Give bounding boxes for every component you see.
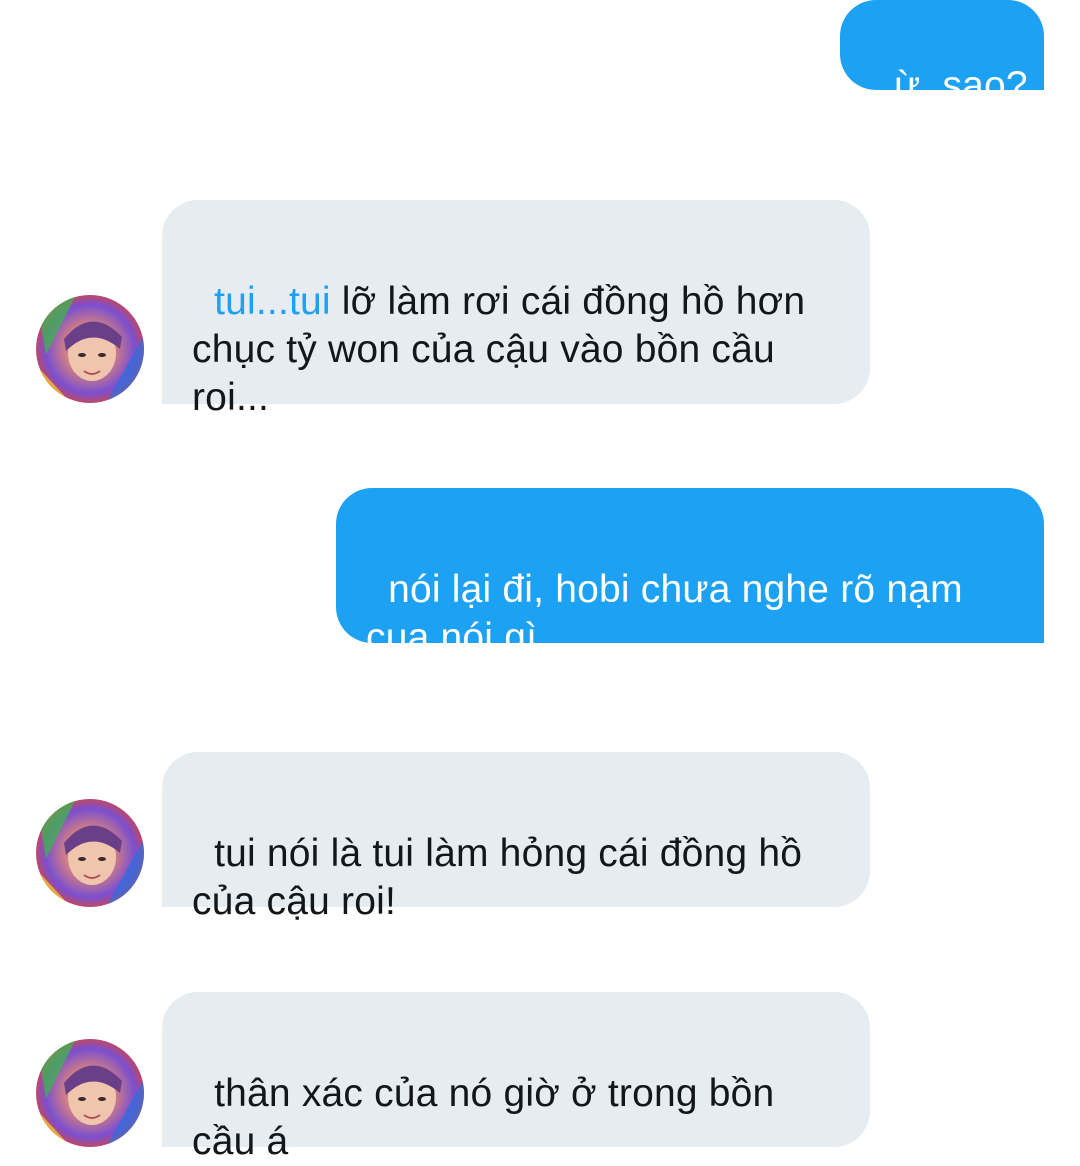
- incoming-message-bubble[interactable]: tui...tui lỡ làm rơi cái đồng hồ hơn chụ…: [162, 200, 870, 419]
- message-text: tui nói là tui làm hỏng cái đồng hồ của …: [192, 832, 814, 923]
- sender-avatar[interactable]: [36, 799, 144, 907]
- message-text: nói lại đi, hobi chưa nghe rõ nạm cua nó…: [366, 568, 974, 659]
- outgoing-message-bubble[interactable]: nói lại đi, hobi chưa nghe rõ nạm cua nó…: [336, 488, 1044, 659]
- avatar-image: [36, 1039, 144, 1147]
- mention-link[interactable]: tui...tui: [214, 280, 331, 323]
- incoming-message-bubble[interactable]: tui nói là tui làm hỏng cái đồng hồ của …: [162, 752, 870, 923]
- avatar-image: [36, 295, 144, 403]
- message-text: ừ, sao?: [894, 64, 1028, 107]
- incoming-message-bubble[interactable]: thân xác của nó giờ ở trong bồn cầu á: [162, 992, 870, 1163]
- sender-avatar[interactable]: [36, 1039, 144, 1147]
- avatar-image: [36, 799, 144, 907]
- outgoing-message-bubble[interactable]: ừ, sao?: [840, 0, 1044, 107]
- message-text: thân xác của nó giờ ở trong bồn cầu á: [192, 1072, 786, 1163]
- sender-avatar[interactable]: [36, 295, 144, 403]
